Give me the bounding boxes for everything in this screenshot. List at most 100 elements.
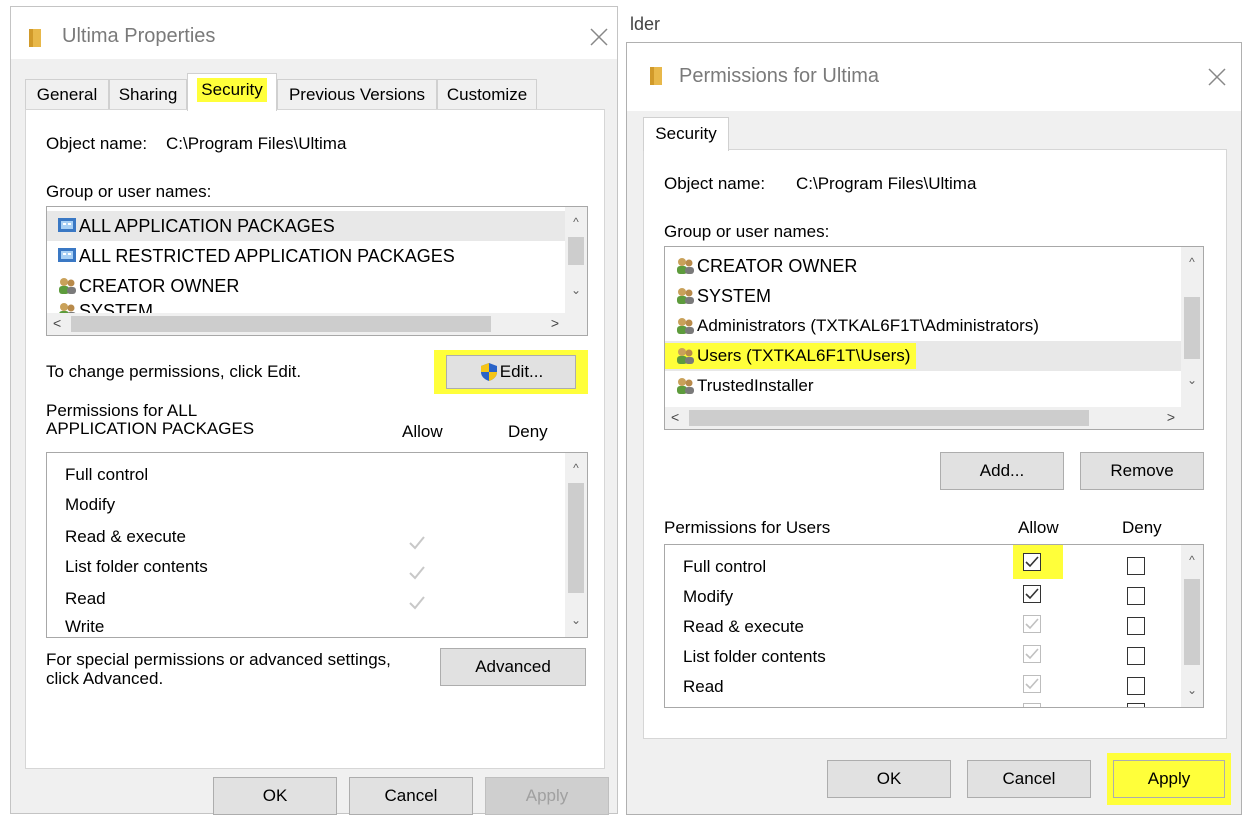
scroll-thumb[interactable] xyxy=(568,237,584,265)
close-icon[interactable] xyxy=(1205,65,1229,89)
permission-row: Read xyxy=(683,677,724,696)
deny-checkbox-partial[interactable] xyxy=(1127,703,1145,707)
allow-checkbox-inherited[interactable] xyxy=(1023,675,1041,693)
app-package-icon xyxy=(58,248,76,262)
scroll-thumb[interactable] xyxy=(1184,579,1200,665)
add-button[interactable]: Add... xyxy=(940,452,1064,490)
scroll-thumb[interactable] xyxy=(1184,297,1200,359)
app-package-icon xyxy=(58,218,76,232)
scroll-up-icon[interactable]: ^ xyxy=(565,215,587,229)
deny-column-header: Deny xyxy=(1122,518,1162,537)
tab-previous-versions[interactable]: Previous Versions xyxy=(277,79,437,109)
dialog-body: General Sharing Security Previous Versio… xyxy=(11,59,617,815)
permission-row: Modify xyxy=(65,495,116,514)
allow-checkbox-inherited[interactable] xyxy=(1023,615,1041,633)
title-bar[interactable]: Ultima Properties xyxy=(11,7,617,59)
tab-security[interactable]: Security xyxy=(187,73,277,111)
scroll-left-icon[interactable]: < xyxy=(671,409,679,425)
ok-button[interactable]: OK xyxy=(213,777,337,815)
list-item[interactable]: CREATOR OWNER xyxy=(665,251,1181,281)
scroll-down-icon[interactable]: ⌄ xyxy=(1181,683,1203,697)
vertical-scrollbar[interactable]: ^ ⌄ xyxy=(565,207,587,313)
tab-sharing[interactable]: Sharing xyxy=(109,79,187,109)
checkmark-icon xyxy=(1025,556,1039,568)
deny-checkbox[interactable] xyxy=(1127,677,1145,695)
scroll-thumb[interactable] xyxy=(568,483,584,593)
advanced-button[interactable]: Advanced xyxy=(440,648,586,686)
list-item[interactable]: CREATOR OWNER xyxy=(47,271,565,301)
permission-row: Read & execute xyxy=(65,527,186,546)
scroll-up-icon[interactable]: ^ xyxy=(1181,553,1203,567)
close-icon[interactable] xyxy=(587,25,611,49)
object-name-value: C:\Program Files\Ultima xyxy=(166,134,347,153)
apply-button[interactable]: Apply xyxy=(485,777,609,815)
list-item[interactable]: ALL RESTRICTED APPLICATION PACKAGES xyxy=(47,241,565,271)
permissions-list[interactable]: Full control Modify Read & execute List … xyxy=(664,544,1204,708)
user-list[interactable]: ALL APPLICATION PACKAGES ALL RESTRICTED … xyxy=(46,206,588,336)
security-panel: Object name: C:\Program Files\Ultima Gro… xyxy=(643,149,1227,739)
allow-checkbox[interactable] xyxy=(1023,553,1041,571)
permissions-list[interactable]: Full control Modify Read & execute List … xyxy=(46,452,588,638)
list-item[interactable]: TrustedInstaller xyxy=(665,371,1181,401)
tab-customize[interactable]: Customize xyxy=(437,79,537,109)
deny-checkbox[interactable] xyxy=(1127,557,1145,575)
vertical-scrollbar[interactable]: ^ ⌄ xyxy=(565,453,587,637)
cancel-button[interactable]: Cancel xyxy=(967,760,1091,798)
scroll-left-icon[interactable]: < xyxy=(53,315,61,331)
list-item[interactable]: Administrators (TXTKAL6F1T\Administrator… xyxy=(665,311,1181,341)
permissions-header: Permissions for Users xyxy=(664,518,831,537)
users-icon xyxy=(59,278,76,294)
ok-button[interactable]: OK xyxy=(827,760,951,798)
permissions-dialog: Permissions for Ultima Security Object n… xyxy=(626,42,1242,815)
vertical-scrollbar[interactable]: ^ ⌄ xyxy=(1181,545,1203,707)
remove-button[interactable]: Remove xyxy=(1080,452,1204,490)
checkmark-icon xyxy=(409,536,425,550)
deny-checkbox[interactable] xyxy=(1127,647,1145,665)
scroll-thumb-horizontal[interactable] xyxy=(689,410,1089,426)
list-item[interactable]: SYSTEM xyxy=(665,281,1181,311)
users-icon xyxy=(677,318,694,334)
scroll-down-icon[interactable]: ⌄ xyxy=(565,613,587,627)
permission-row: List folder contents xyxy=(683,647,826,666)
allow-column-header: Allow xyxy=(402,422,443,441)
scroll-thumb-horizontal[interactable] xyxy=(71,316,491,332)
permission-row: Full control xyxy=(683,557,767,576)
permissions-header: Permissions for ALL APPLICATION PACKAGES xyxy=(46,401,255,438)
scroll-down-icon[interactable]: ⌄ xyxy=(565,283,587,297)
horizontal-scrollbar[interactable]: < > xyxy=(47,313,587,335)
allow-checkbox[interactable] xyxy=(1023,585,1041,603)
deny-checkbox[interactable] xyxy=(1127,617,1145,635)
dialog-title: Ultima Properties xyxy=(62,25,216,47)
object-name-label: Object name: xyxy=(664,174,766,193)
scroll-right-icon[interactable]: > xyxy=(551,315,559,331)
horizontal-scrollbar[interactable]: < > xyxy=(665,407,1203,429)
apply-button[interactable]: Apply xyxy=(1107,753,1231,805)
scroll-down-icon[interactable]: ⌄ xyxy=(1181,373,1203,387)
allow-checkbox-inherited[interactable] xyxy=(1023,645,1041,663)
tab-security[interactable]: Security xyxy=(643,117,729,151)
list-item[interactable]: ALL APPLICATION PACKAGES xyxy=(47,211,565,241)
uac-shield-icon xyxy=(480,363,497,381)
users-icon xyxy=(677,348,694,364)
edit-button[interactable]: Edit... xyxy=(434,350,588,394)
vertical-scrollbar[interactable]: ^ ⌄ xyxy=(1181,247,1203,407)
allow-checkbox-partial[interactable] xyxy=(1023,703,1041,707)
tab-general[interactable]: General xyxy=(25,79,109,109)
special-permissions-text: For special permissions or advanced sett… xyxy=(46,650,391,688)
cancel-button[interactable]: Cancel xyxy=(349,777,473,815)
deny-checkbox[interactable] xyxy=(1127,587,1145,605)
deny-column-header: Deny xyxy=(508,422,548,441)
checkmark-icon xyxy=(409,566,425,580)
list-item-selected[interactable]: Users (TXTKAL6F1T\Users) xyxy=(665,341,1181,371)
scroll-up-icon[interactable]: ^ xyxy=(565,461,587,475)
dialog-body: Security Object name: C:\Program Files\U… xyxy=(627,111,1241,814)
group-label: Group or user names: xyxy=(46,182,212,201)
user-list[interactable]: CREATOR OWNER SYSTEM Administrators (TXT… xyxy=(664,246,1204,430)
permission-row: Modify xyxy=(683,587,734,606)
scroll-up-icon[interactable]: ^ xyxy=(1181,255,1203,269)
users-icon xyxy=(677,378,694,394)
security-panel: Object name: C:\Program Files\Ultima Gro… xyxy=(25,109,605,769)
title-bar[interactable]: Permissions for Ultima xyxy=(627,43,1241,111)
permission-row: Read xyxy=(65,589,106,608)
scroll-right-icon[interactable]: > xyxy=(1167,409,1175,425)
